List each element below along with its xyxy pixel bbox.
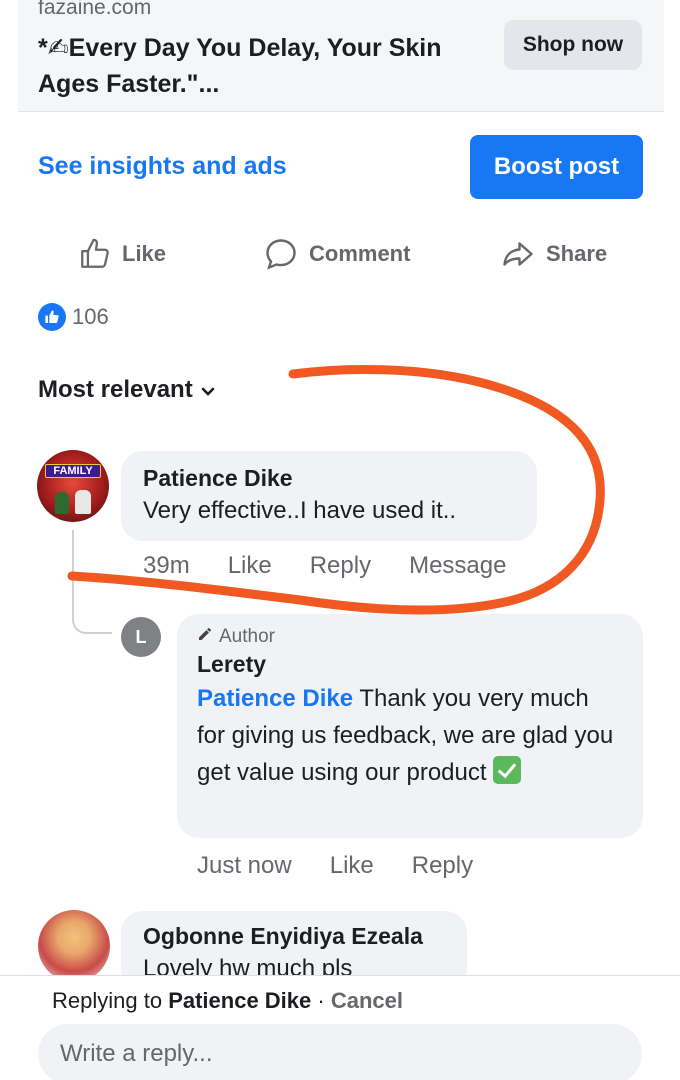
sort-label: Most relevant: [38, 376, 193, 403]
reply-composer: Replying to Patience Dike · Cancel: [0, 975, 680, 1080]
comment-message-button[interactable]: Message: [409, 552, 506, 580]
comment-timestamp[interactable]: 39m: [143, 552, 190, 580]
replying-prefix: Replying to: [52, 988, 169, 1013]
reply-input[interactable]: [38, 1024, 642, 1080]
thread-connector: [72, 530, 112, 634]
replying-target: Patience Dike: [168, 988, 312, 1013]
comment-reply-button[interactable]: Reply: [310, 552, 371, 580]
reply-like-button[interactable]: Like: [330, 852, 374, 880]
comment-author[interactable]: Patience Dike: [143, 463, 515, 493]
ad-headline[interactable]: *✍Every Day You Delay, Your Skin Ages Fa…: [38, 30, 478, 102]
comment-bubble[interactable]: Patience Dike Very effective..I have use…: [121, 451, 537, 541]
share-label: Share: [546, 241, 608, 266]
avatar-figure: [75, 490, 91, 514]
reply-author[interactable]: Lerety: [197, 650, 623, 678]
replying-to-label: Replying to Patience Dike · Cancel: [52, 988, 403, 1014]
shop-now-button[interactable]: Shop now: [504, 20, 642, 70]
pencil-icon: [197, 626, 213, 648]
cancel-reply-button[interactable]: Cancel: [331, 988, 403, 1013]
see-insights-link[interactable]: See insights and ads: [38, 152, 287, 181]
comment-author[interactable]: Ogbonne Enyidiya Ezeala: [143, 921, 445, 951]
ad-domain: fazaine.com: [38, 0, 152, 19]
replying-separator: ·: [311, 988, 331, 1013]
share-arrow-icon: [500, 236, 536, 272]
boost-post-button[interactable]: Boost post: [470, 135, 643, 199]
reply-reply-button[interactable]: Reply: [412, 852, 473, 880]
thumbs-up-icon: [38, 303, 66, 331]
author-badge-label: Author: [219, 626, 275, 647]
comment-like-button[interactable]: Like: [228, 552, 272, 580]
check-mark-icon: [493, 756, 522, 784]
author-badge: Author: [197, 624, 623, 650]
avatar[interactable]: L: [121, 617, 161, 657]
comment-label: Comment: [309, 241, 411, 266]
reply-bubble[interactable]: Author Lerety Patience Dike Thank you ve…: [177, 614, 643, 838]
reaction-summary[interactable]: 106: [38, 303, 109, 331]
comment-sort-dropdown[interactable]: Most relevant: [38, 376, 215, 404]
like-button[interactable]: Like: [78, 234, 166, 274]
like-label: Like: [122, 241, 167, 266]
reply-actions: Just now Like Reply: [197, 852, 511, 880]
mention-link[interactable]: Patience Dike: [197, 685, 353, 712]
thumbs-up-icon: [78, 237, 112, 271]
avatar-figure: [55, 492, 69, 514]
comment-button[interactable]: Comment: [263, 234, 410, 274]
ad-card[interactable]: fazaine.com *✍Every Day You Delay, Your …: [18, 0, 664, 112]
comment-text: Very effective..I have used it..: [143, 497, 457, 524]
comment-bubble-icon: [263, 236, 299, 272]
share-button[interactable]: Share: [500, 234, 607, 274]
reply-text: Patience Dike Thank you very much for gi…: [197, 680, 623, 791]
avatar-logo: FAMILY: [45, 464, 101, 478]
reaction-count: 106: [72, 304, 109, 329]
chevron-down-icon: [201, 376, 215, 404]
reply-timestamp[interactable]: Just now: [197, 852, 292, 880]
avatar[interactable]: [38, 910, 110, 982]
comment-actions: 39m Like Reply Message: [143, 552, 544, 580]
avatar[interactable]: FAMILY: [37, 450, 109, 522]
